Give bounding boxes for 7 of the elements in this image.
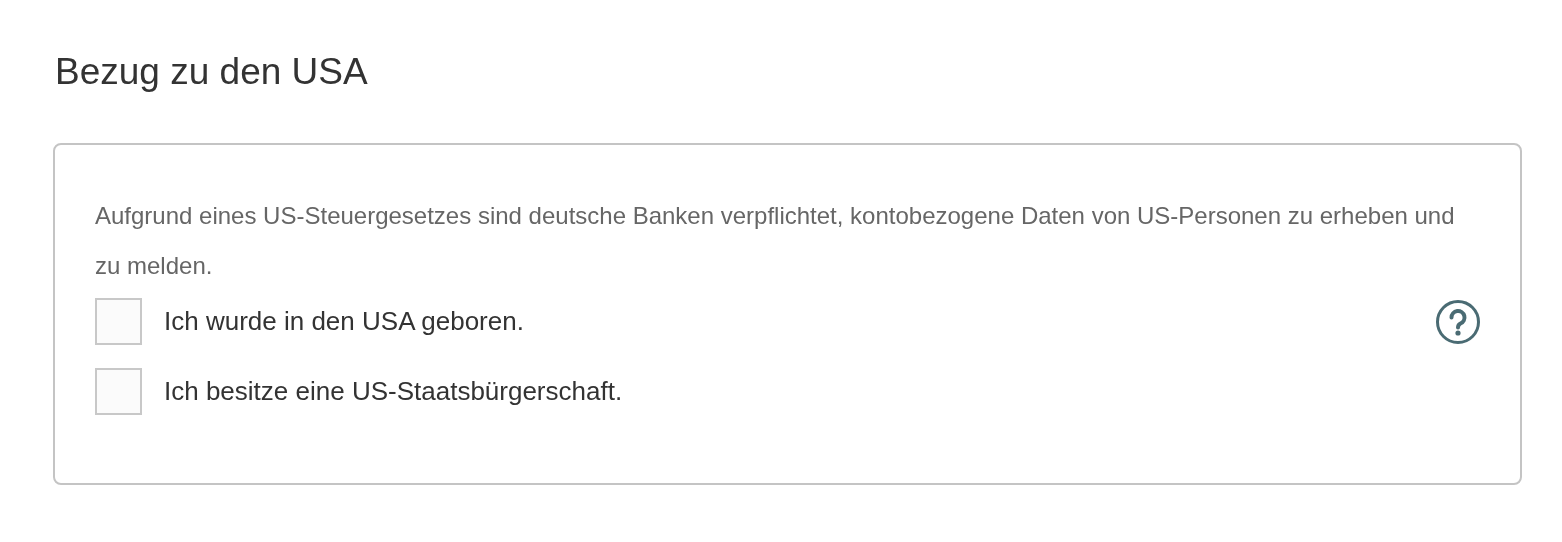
checkbox-label: Ich besitze eine US-Staatsbürgerschaft. — [164, 375, 623, 408]
section-heading: Bezug zu den USA — [54, 50, 369, 94]
checkbox[interactable] — [95, 368, 142, 415]
checkbox-label: Ich wurde in den USA geboren. — [164, 305, 524, 338]
notice-text: Aufgrund eines US-Steuergesetzes sind deutsche Banken verpflichtet, kontobezogene Daten von US-Personen zu erheben und zu melden. — [95, 201, 1456, 281]
checkbox[interactable] — [95, 298, 142, 345]
help-icon[interactable] — [1435, 299, 1481, 345]
